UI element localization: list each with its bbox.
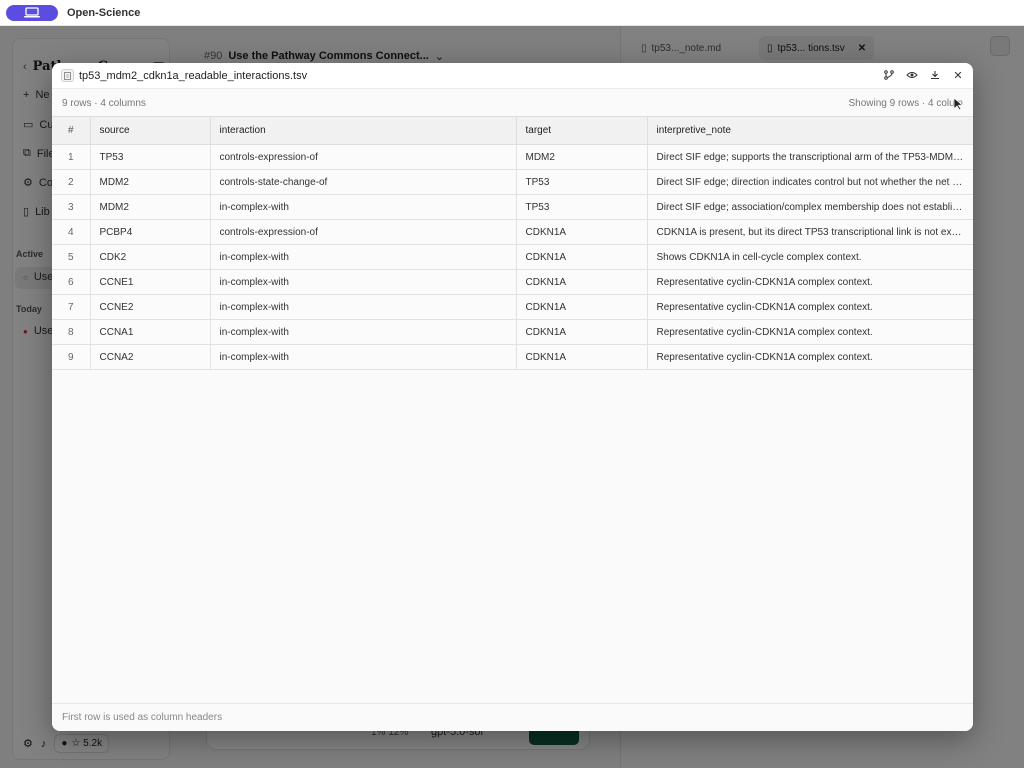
cell-target: CDKN1A <box>516 294 648 320</box>
column-header-source[interactable]: source <box>90 116 211 145</box>
table-row[interactable]: 8 CCNA1 in-complex-with CDKN1A Representativ… <box>52 319 973 345</box>
cell-source: MDM2 <box>90 194 211 220</box>
cell-interaction: controls-expression-of <box>210 219 517 245</box>
table-row[interactable]: 5 CDK2 in-complex-with CDKN1A Shows CDKN1A i… <box>52 244 973 270</box>
column-header-interaction[interactable]: interaction <box>210 116 517 145</box>
cell-interpretive-note: Representative cyclin-CDKN1A complex con… <box>647 294 973 320</box>
cell-source: CCNE2 <box>90 294 211 320</box>
cell-interaction: in-complex-with <box>210 194 517 220</box>
modal-filename: tp53_mdm2_cdkn1a_readable_interactions.t… <box>79 69 308 82</box>
cell-index: 5 <box>52 244 91 270</box>
cell-source: PCBP4 <box>90 219 211 245</box>
cell-index: 1 <box>52 144 91 170</box>
app-title: Open-Science <box>67 6 141 19</box>
cell-interpretive-note: Representative cyclin-CDKN1A complex con… <box>647 269 973 295</box>
cell-index: 3 <box>52 194 91 220</box>
file-preview-modal: tp53_mdm2_cdkn1a_readable_interactions.t… <box>52 63 973 731</box>
column-header-target[interactable]: target <box>516 116 648 145</box>
cell-interpretive-note: Direct SIF edge; direction indicates con… <box>647 169 973 195</box>
cell-interaction: in-complex-with <box>210 319 517 345</box>
showing-count: Showing 9 rows · 4 colum <box>848 97 964 109</box>
cell-target: CDKN1A <box>516 269 648 295</box>
cell-target: CDKN1A <box>516 219 648 245</box>
branch-icon[interactable] <box>882 68 896 82</box>
cell-index: 9 <box>52 344 91 370</box>
cell-source: CCNA2 <box>90 344 211 370</box>
cell-target: TP53 <box>516 194 648 220</box>
table-row[interactable]: 3 MDM2 in-complex-with TP53 Direct SIF edge;… <box>52 194 973 220</box>
download-icon[interactable] <box>928 68 942 82</box>
cell-target: TP53 <box>516 169 648 195</box>
modal-actions: ✕ <box>882 68 965 82</box>
cell-target: CDKN1A <box>516 319 648 345</box>
footer-note: First row is used as column headers <box>62 712 223 723</box>
table-row[interactable]: 6 CCNE1 in-complex-with CDKN1A Representativ… <box>52 269 973 295</box>
file-icon <box>61 69 74 82</box>
close-icon[interactable]: ✕ <box>951 68 965 82</box>
cell-source: MDM2 <box>90 169 211 195</box>
cell-interaction: controls-state-change-of <box>210 169 517 195</box>
cell-interaction: in-complex-with <box>210 269 517 295</box>
modal-meta: 9 rows · 4 columns Showing 9 rows · 4 co… <box>52 90 973 116</box>
cell-source: TP53 <box>90 144 211 170</box>
modal-footer: First row is used as column headers <box>52 703 973 731</box>
top-bar: Open-Science <box>0 0 1024 26</box>
cell-index: 8 <box>52 319 91 345</box>
table-row[interactable]: 2 MDM2 controls-state-change-of TP53 Direct … <box>52 169 973 195</box>
cell-source: CCNA1 <box>90 319 211 345</box>
table-row[interactable]: 1 TP53 controls-expression-of MDM2 Direct SI… <box>52 144 973 170</box>
laptop-icon <box>24 7 40 18</box>
mouse-cursor-icon <box>953 97 964 111</box>
cell-source: CDK2 <box>90 244 211 270</box>
data-table: # source interaction target interpretive… <box>52 116 973 370</box>
table-header-row: # source interaction target interpretive… <box>52 116 973 145</box>
row-column-count: 9 rows · 4 columns <box>62 97 146 109</box>
table-row[interactable]: 4 PCBP4 controls-expression-of CDKN1A CDKN1A… <box>52 219 973 245</box>
cell-target: MDM2 <box>516 144 648 170</box>
eye-icon[interactable] <box>905 68 919 82</box>
cell-index: 2 <box>52 169 91 195</box>
cell-interpretive-note: CDKN1A is present, but its direct TP53 t… <box>647 219 973 245</box>
cell-interaction: controls-expression-of <box>210 144 517 170</box>
cell-interaction: in-complex-with <box>210 244 517 270</box>
cell-interaction: in-complex-with <box>210 344 517 370</box>
cell-index: 7 <box>52 294 91 320</box>
table-row[interactable]: 7 CCNE2 in-complex-with CDKN1A Representativ… <box>52 294 973 320</box>
cell-interpretive-note: Shows CDKN1A in cell-cycle complex conte… <box>647 244 973 270</box>
cell-interaction: in-complex-with <box>210 294 517 320</box>
modal-header: tp53_mdm2_cdkn1a_readable_interactions.t… <box>52 63 973 89</box>
cell-interpretive-note: Representative cyclin-CDKN1A complex con… <box>647 344 973 370</box>
column-header-index[interactable]: # <box>52 116 91 145</box>
cell-interpretive-note: Representative cyclin-CDKN1A complex con… <box>647 319 973 345</box>
cell-target: CDKN1A <box>516 244 648 270</box>
cell-index: 4 <box>52 219 91 245</box>
cell-interpretive-note: Direct SIF edge; supports the transcript… <box>647 144 973 170</box>
cell-index: 6 <box>52 269 91 295</box>
column-header-interpretive-note[interactable]: interpretive_note <box>647 116 973 145</box>
app-logo-button[interactable] <box>6 4 58 21</box>
cell-source: CCNE1 <box>90 269 211 295</box>
cell-interpretive-note: Direct SIF edge; association/complex mem… <box>647 194 973 220</box>
cell-target: CDKN1A <box>516 344 648 370</box>
table-row[interactable]: 9 CCNA2 in-complex-with CDKN1A Representativ… <box>52 344 973 370</box>
